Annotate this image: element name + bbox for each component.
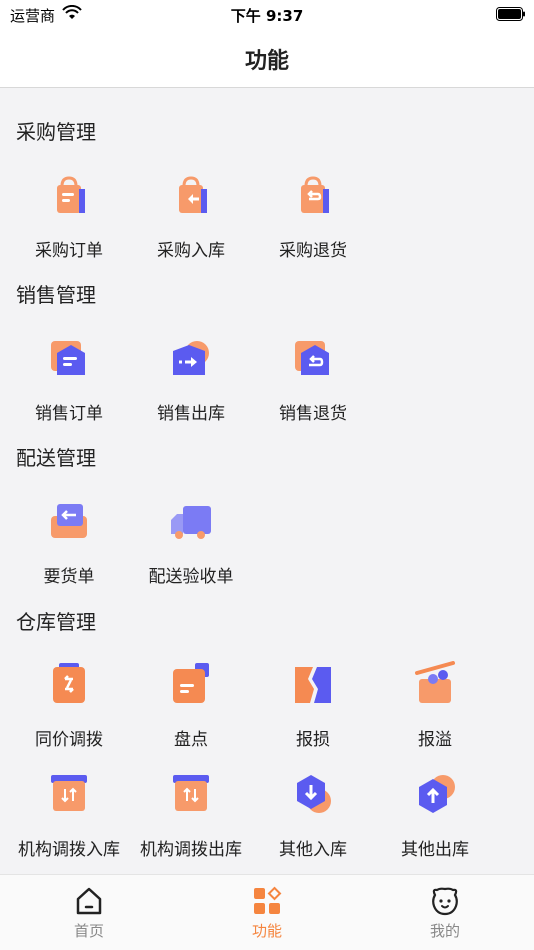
damage-report-icon [295, 667, 331, 703]
same-price-transfer-icon [53, 663, 85, 703]
purchase-inbound-button[interactable]: 采购入库 [130, 172, 252, 261]
status-time: 下午 9:37 [230, 7, 304, 25]
same-price-transfer-label: 同价调拨 [35, 730, 103, 750]
sales-order-icon [51, 341, 85, 375]
tab-bar: 首页 功能 我的 [0, 874, 534, 950]
other-inbound-button[interactable]: 其他入库 [252, 771, 374, 860]
grid-icon [254, 886, 282, 914]
purchase-order-button[interactable]: 采购订单 [8, 172, 130, 261]
org-transfer-out-icon [173, 775, 209, 811]
delivery-truck-icon [171, 506, 211, 539]
status-bar: 运营商 下午 9:37 [0, 0, 534, 30]
overflow-report-icon [415, 661, 455, 703]
tab-home[interactable]: 首页 [0, 875, 178, 950]
delivery-acceptance-label: 配送验收单 [148, 567, 234, 587]
org-transfer-in-icon [51, 775, 87, 811]
damage-report-label: 报损 [296, 730, 330, 750]
other-inbound-icon [297, 775, 331, 813]
sales-return-button[interactable]: 销售退货 [252, 335, 374, 424]
other-outbound-label: 其他出库 [401, 840, 469, 860]
org-transfer-in-label: 机构调拨入库 [18, 840, 120, 860]
nav-bar: 功能 [0, 30, 534, 88]
purchase-return-label: 采购退货 [279, 241, 347, 261]
other-inbound-label: 其他入库 [279, 840, 347, 860]
section-title-purchase: 采购管理 [16, 120, 96, 144]
sales-order-button[interactable]: 销售订单 [8, 335, 130, 424]
sales-order-label: 销售订单 [35, 404, 103, 424]
overflow-report-button[interactable]: 报溢 [374, 661, 496, 750]
purchase-inbound-icon [179, 176, 207, 213]
purchase-inbound-label: 采购入库 [157, 241, 225, 261]
sales-return-label: 销售退货 [279, 404, 347, 424]
battery-icon [496, 7, 525, 21]
sales-outbound-icon [173, 341, 209, 375]
tab-functions[interactable]: 功能 [178, 875, 356, 950]
other-outbound-button[interactable]: 其他出库 [374, 771, 496, 860]
purchase-return-icon [301, 176, 329, 213]
section-title-sales: 销售管理 [16, 283, 96, 307]
profile-icon [432, 887, 458, 916]
sales-return-icon [295, 341, 329, 375]
home-icon [76, 887, 102, 915]
stocktake-label: 盘点 [174, 730, 208, 750]
purchase-order-icon [57, 176, 85, 213]
tab-profile[interactable]: 我的 [356, 875, 534, 950]
damage-report-button[interactable]: 报损 [252, 661, 374, 750]
stocktake-button[interactable]: 盘点 [130, 661, 252, 750]
other-outbound-icon [419, 775, 455, 813]
requisition-button[interactable]: 要货单 [8, 498, 130, 587]
same-price-transfer-button[interactable]: 同价调拨 [8, 661, 130, 750]
section-title-warehouse: 仓库管理 [16, 610, 96, 634]
tab-functions-label: 功能 [251, 922, 282, 940]
sales-outbound-label: 销售出库 [157, 404, 225, 424]
section-title-delivery: 配送管理 [16, 446, 96, 470]
org-transfer-out-button[interactable]: 机构调拨出库 [130, 771, 252, 860]
overflow-report-label: 报溢 [418, 730, 452, 750]
tab-profile-label: 我的 [429, 922, 460, 940]
org-transfer-out-label: 机构调拨出库 [140, 840, 242, 860]
requisition-label: 要货单 [43, 567, 95, 587]
stocktake-icon [173, 663, 209, 703]
tab-home-label: 首页 [73, 922, 104, 940]
delivery-acceptance-button[interactable]: 配送验收单 [130, 498, 252, 587]
purchase-order-label: 采购订单 [35, 241, 103, 261]
org-transfer-in-button[interactable]: 机构调拨入库 [8, 771, 130, 860]
purchase-return-button[interactable]: 采购退货 [252, 172, 374, 261]
requisition-icon [51, 504, 87, 538]
sales-outbound-button[interactable]: 销售出库 [130, 335, 252, 424]
page-title: 功能 [244, 48, 289, 74]
